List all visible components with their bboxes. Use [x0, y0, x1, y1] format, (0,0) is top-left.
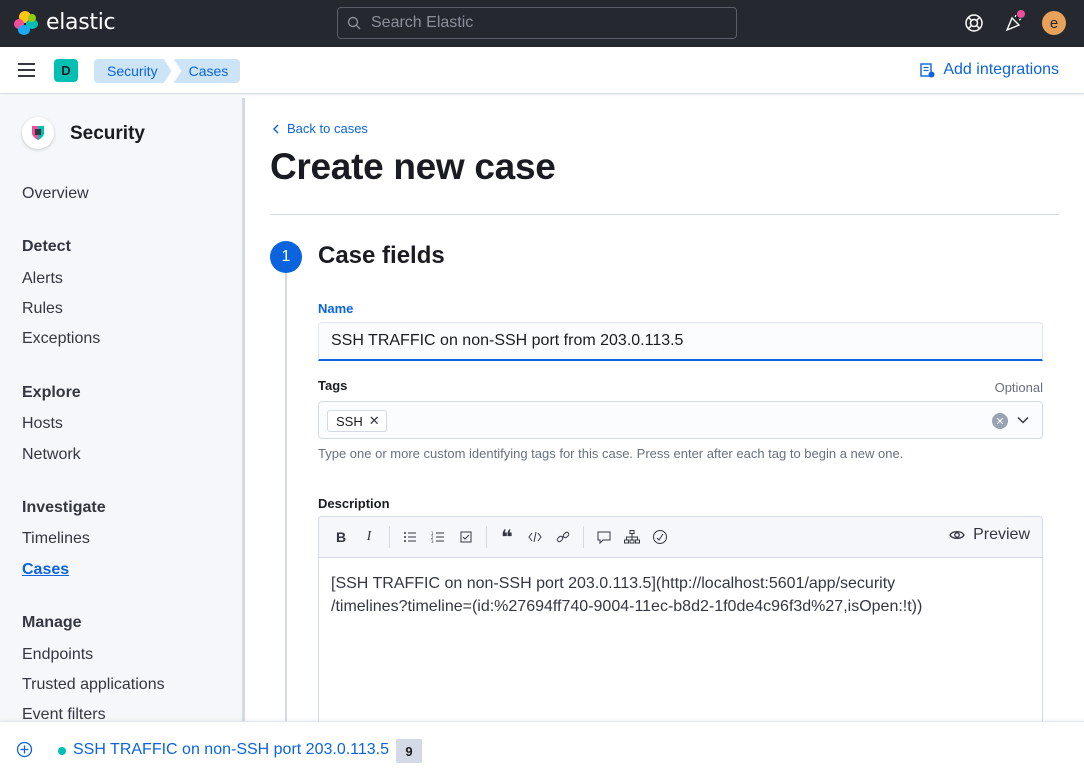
search-icon [347, 16, 361, 30]
title-divider [270, 214, 1059, 215]
timeline-tree-icon[interactable] [618, 523, 646, 551]
sidebar-item-network[interactable]: Network [22, 446, 81, 464]
code-icon[interactable] [521, 523, 549, 551]
timeline-title-link[interactable]: SSH TRAFFIC on non-SSH port 203.0.113.5 [73, 741, 389, 759]
elastic-logo[interactable]: elastic [14, 10, 116, 35]
chevron-down-icon[interactable] [1016, 413, 1030, 427]
sidebar-heading-explore: Explore [22, 384, 81, 401]
user-avatar: e [1042, 11, 1066, 35]
help-button[interactable] [961, 10, 987, 36]
search-placeholder: Search Elastic [371, 14, 474, 31]
help-lifebuoy-icon [965, 14, 983, 32]
sidebar-item-timelines[interactable]: Timelines [22, 530, 90, 548]
description-editor: B I 123 ❝ Preview [SSH TRAFFIC on non-SS… [318, 516, 1043, 722]
lens-plugin-icon[interactable] [646, 523, 674, 551]
add-timeline-icon[interactable] [16, 741, 33, 758]
task-list-icon[interactable] [452, 523, 480, 551]
link-icon[interactable] [549, 523, 577, 551]
case-name-input[interactable]: SSH TRAFFIC on non-SSH port from 203.0.1… [318, 322, 1043, 361]
global-header: elastic Search Elastic e [0, 0, 1084, 47]
tags-help-text: Type one or more custom identifying tags… [318, 446, 904, 461]
timeline-bottom-bar: SSH TRAFFIC on non-SSH port 203.0.113.5 … [0, 721, 1084, 769]
sidebar-item-trusted-applications[interactable]: Trusted applications [22, 676, 165, 694]
italic-icon[interactable]: I [355, 523, 383, 551]
preview-button[interactable]: Preview [949, 526, 1030, 544]
tags-optional-label: Optional [994, 380, 1043, 395]
page-title: Create new case [270, 146, 556, 187]
add-integrations-label: Add integrations [943, 61, 1059, 78]
notification-dot [1017, 10, 1025, 18]
sidebar-item-alerts[interactable]: Alerts [22, 270, 63, 288]
comment-icon[interactable] [590, 523, 618, 551]
name-label: Name [318, 301, 354, 316]
tags-label: Tags [318, 378, 348, 393]
timeline-status-dot [58, 747, 66, 755]
clear-tags-icon[interactable]: ✕ [992, 413, 1008, 429]
description-textarea[interactable]: [SSH TRAFFIC on non-SSH port 203.0.113.5… [319, 558, 1042, 632]
news-feed-button[interactable] [1001, 10, 1027, 36]
timeline-event-count-badge: 9 [396, 739, 422, 763]
sidebar-item-hosts[interactable]: Hosts [22, 415, 63, 433]
bullet-list-icon[interactable] [396, 523, 424, 551]
sidebar-heading-investigate: Investigate [22, 499, 106, 516]
svg-text:3: 3 [431, 539, 434, 543]
back-link-label: Back to cases [287, 121, 368, 136]
tags-combobox[interactable]: SSH ✕ ✕ [318, 401, 1043, 439]
hamburger-icon [18, 63, 35, 65]
step-number-badge: 1 [270, 241, 302, 273]
user-menu-button[interactable]: e [1041, 10, 1067, 36]
tag-label: SSH [336, 413, 363, 429]
brand-name: elastic [46, 10, 116, 35]
sidebar-item-event-filters[interactable]: Event filters [22, 706, 106, 721]
sidebar-title: Security [70, 123, 145, 144]
sidebar-item-overview[interactable]: Overview [22, 185, 89, 203]
step-title: Case fields [318, 242, 445, 269]
eye-icon [949, 530, 965, 540]
back-to-cases-link[interactable]: Back to cases [272, 121, 368, 136]
security-app-icon [22, 117, 54, 149]
global-search-input[interactable]: Search Elastic [337, 7, 737, 39]
integrations-icon [920, 63, 935, 78]
breadcrumb-cases[interactable]: Cases [173, 59, 241, 83]
sidebar-item-rules[interactable]: Rules [22, 300, 63, 318]
breadcrumb-security[interactable]: Security [94, 59, 172, 83]
step-connector [285, 270, 287, 721]
sidebar-item-exceptions[interactable]: Exceptions [22, 330, 100, 348]
chevron-left-icon [273, 124, 279, 133]
bold-icon[interactable]: B [327, 523, 355, 551]
security-sidebar: Security Overview Detect Alerts Rules Ex… [0, 95, 242, 721]
quote-icon[interactable]: ❝ [493, 523, 521, 551]
markdown-toolbar: B I 123 ❝ [319, 517, 1042, 558]
tag-pill: SSH ✕ [327, 410, 387, 432]
space-selector[interactable]: D [54, 59, 78, 82]
sidebar-heading-detect: Detect [22, 238, 71, 255]
remove-tag-icon[interactable]: ✕ [369, 413, 380, 429]
numbered-list-icon[interactable]: 123 [424, 523, 452, 551]
add-integrations-link[interactable]: Add integrations [919, 61, 1059, 79]
description-label: Description [318, 496, 390, 511]
sidebar-item-cases[interactable]: Cases [22, 561, 69, 579]
preview-label: Preview [973, 526, 1030, 543]
sidebar-item-endpoints[interactable]: Endpoints [22, 646, 93, 664]
sidebar-heading-manage: Manage [22, 614, 82, 631]
breadcrumb: Security Cases [94, 59, 241, 83]
menu-toggle-button[interactable] [18, 63, 35, 77]
security-logo-icon [32, 126, 44, 140]
elastic-logo-icon [14, 10, 38, 35]
sidebar-resize-handle[interactable] [242, 98, 245, 721]
